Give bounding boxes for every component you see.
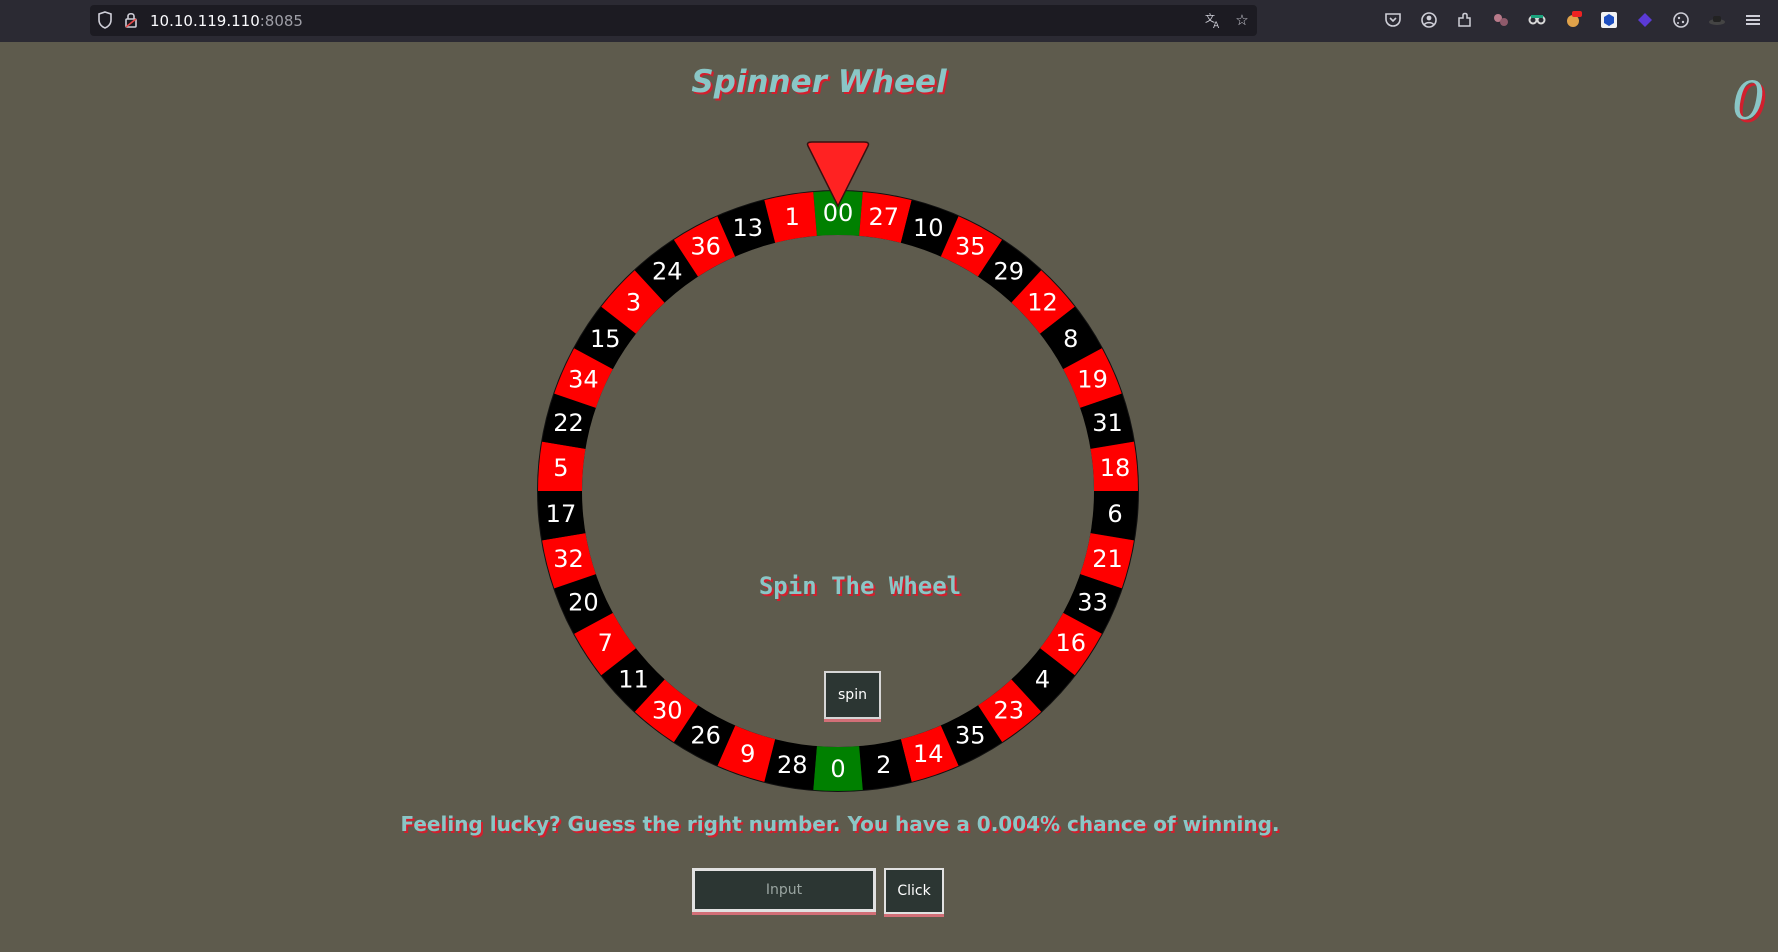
wheel-pocket-label: 5	[553, 454, 568, 482]
wheel-pocket-label: 21	[1092, 545, 1123, 573]
lock-icon[interactable]	[122, 11, 140, 29]
wheel-pocket-label: 24	[652, 258, 683, 286]
cookie-icon[interactable]	[1672, 11, 1690, 29]
wheel-pocket-label: 22	[553, 409, 584, 437]
lucky-message: Feeling lucky? Guess the right number. Y…	[400, 812, 1280, 836]
wheel-pocket-label: 2	[876, 751, 891, 779]
wheel-pocket-label: 27	[868, 203, 899, 231]
wheel-pocket-label: 28	[777, 751, 808, 779]
shield-icon[interactable]	[96, 11, 114, 29]
wheel-pocket-label: 35	[955, 721, 986, 749]
wheel-pocket-label: 11	[618, 665, 649, 693]
wheel-pocket-label: 1	[785, 203, 800, 231]
extension-icon[interactable]	[1564, 11, 1582, 29]
wheel-pocket-label: 35	[955, 233, 986, 261]
wheel-pocket-label: 31	[1092, 409, 1123, 437]
wheel-pocket-label: 6	[1107, 500, 1122, 528]
pocket-icon[interactable]	[1384, 11, 1402, 29]
extension-icon[interactable]	[1528, 11, 1546, 29]
star-icon[interactable]: ☆	[1233, 11, 1251, 29]
extension-icon[interactable]	[1636, 11, 1654, 29]
wheel-pocket-label: 10	[913, 214, 944, 242]
url-text[interactable]: 10.10.119.110:8085	[150, 12, 303, 30]
wheel-pocket-label: 30	[652, 696, 683, 724]
wheel-pocket-label: 7	[598, 629, 613, 657]
wheel-pocket-label: 19	[1077, 365, 1108, 393]
translate-icon[interactable]: 文A	[1204, 11, 1222, 31]
score-counter: 0	[1731, 72, 1765, 132]
wheel-pocket-label: 15	[590, 325, 621, 353]
wheel-pocket-label: 16	[1055, 629, 1086, 657]
page-title: Spinner Wheel	[691, 64, 947, 100]
wheel-pocket-label: 8	[1063, 325, 1078, 353]
wheel-pocket-label: 0	[830, 755, 845, 783]
wheel-pocket-label: 17	[546, 500, 577, 528]
guess-input[interactable]	[692, 868, 876, 912]
wheel-pocket-label: 13	[732, 214, 763, 242]
wheel-pocket-label: 26	[690, 721, 721, 749]
wheel-pocket-label: 32	[553, 545, 584, 573]
wheel-pocket-label: 3	[626, 289, 641, 317]
wheel-pocket-label: 36	[690, 233, 721, 261]
wheel-pocket-label: 18	[1100, 454, 1131, 482]
wheel-pocket-label: 33	[1077, 589, 1108, 617]
extension-icon[interactable]	[1600, 11, 1618, 29]
extensions-icon[interactable]	[1456, 11, 1474, 29]
url-port: :8085	[259, 12, 303, 30]
wheel-pocket-label: 23	[993, 696, 1024, 724]
wheel-pocket-label: 34	[568, 365, 599, 393]
wheel-pocket-label: 12	[1027, 289, 1058, 317]
wheel-pocket-label: 4	[1035, 665, 1050, 693]
extension-icon[interactable]	[1492, 11, 1510, 29]
wheel-pocket-label: 14	[913, 740, 944, 768]
account-icon[interactable]	[1420, 11, 1438, 29]
wheel-pocket-label: 20	[568, 589, 599, 617]
browser-toolbar: 10.10.119.110:8085 文A ☆	[0, 0, 1778, 42]
spin-caption: Spin The Wheel	[758, 572, 962, 600]
url-host: 10.10.119.110	[150, 12, 260, 30]
click-button[interactable]: Click	[884, 868, 944, 914]
spin-button[interactable]: spin	[824, 671, 881, 719]
menu-icon[interactable]	[1744, 11, 1762, 29]
wheel-pocket-label: 29	[993, 258, 1024, 286]
extension-icon[interactable]	[1708, 11, 1726, 29]
svg-text:A: A	[1213, 21, 1220, 29]
wheel-pocket-label: 9	[740, 740, 755, 768]
